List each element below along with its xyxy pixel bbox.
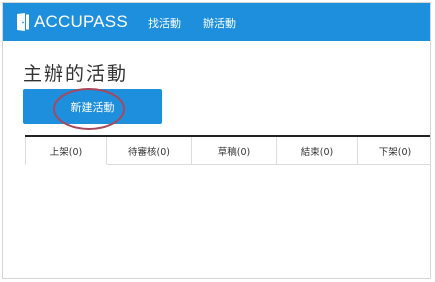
tab-published[interactable]: 上架(0) (25, 137, 107, 165)
event-status-tabs: 上架(0) 待審核(0) 草稿(0) 結束(0) 下架(0) (25, 135, 430, 167)
door-icon (17, 13, 29, 31)
nav-find-event[interactable]: 找活動 (148, 15, 181, 31)
logo-text: ACCUPASS (34, 12, 128, 31)
new-event-button[interactable]: 新建活動 (23, 89, 162, 124)
tab-unpublished[interactable]: 下架(0) (358, 137, 430, 165)
tab-drafts[interactable]: 草稿(0) (192, 137, 277, 165)
tab-ended[interactable]: 結束(0) (277, 137, 358, 165)
top-navigation-bar: ACCUPASS 找活動 辦活動 (3, 3, 430, 41)
nav-host-event[interactable]: 辦活動 (203, 15, 236, 31)
page-title: 主辦的活動 (23, 63, 129, 85)
accupass-logo[interactable]: ACCUPASS (17, 11, 128, 33)
browser-frame: ACCUPASS 找活動 辦活動 主辦的活動 新建活動 上架(0) 待審核(0)… (2, 2, 431, 279)
tab-pending-review[interactable]: 待審核(0) (107, 137, 192, 165)
